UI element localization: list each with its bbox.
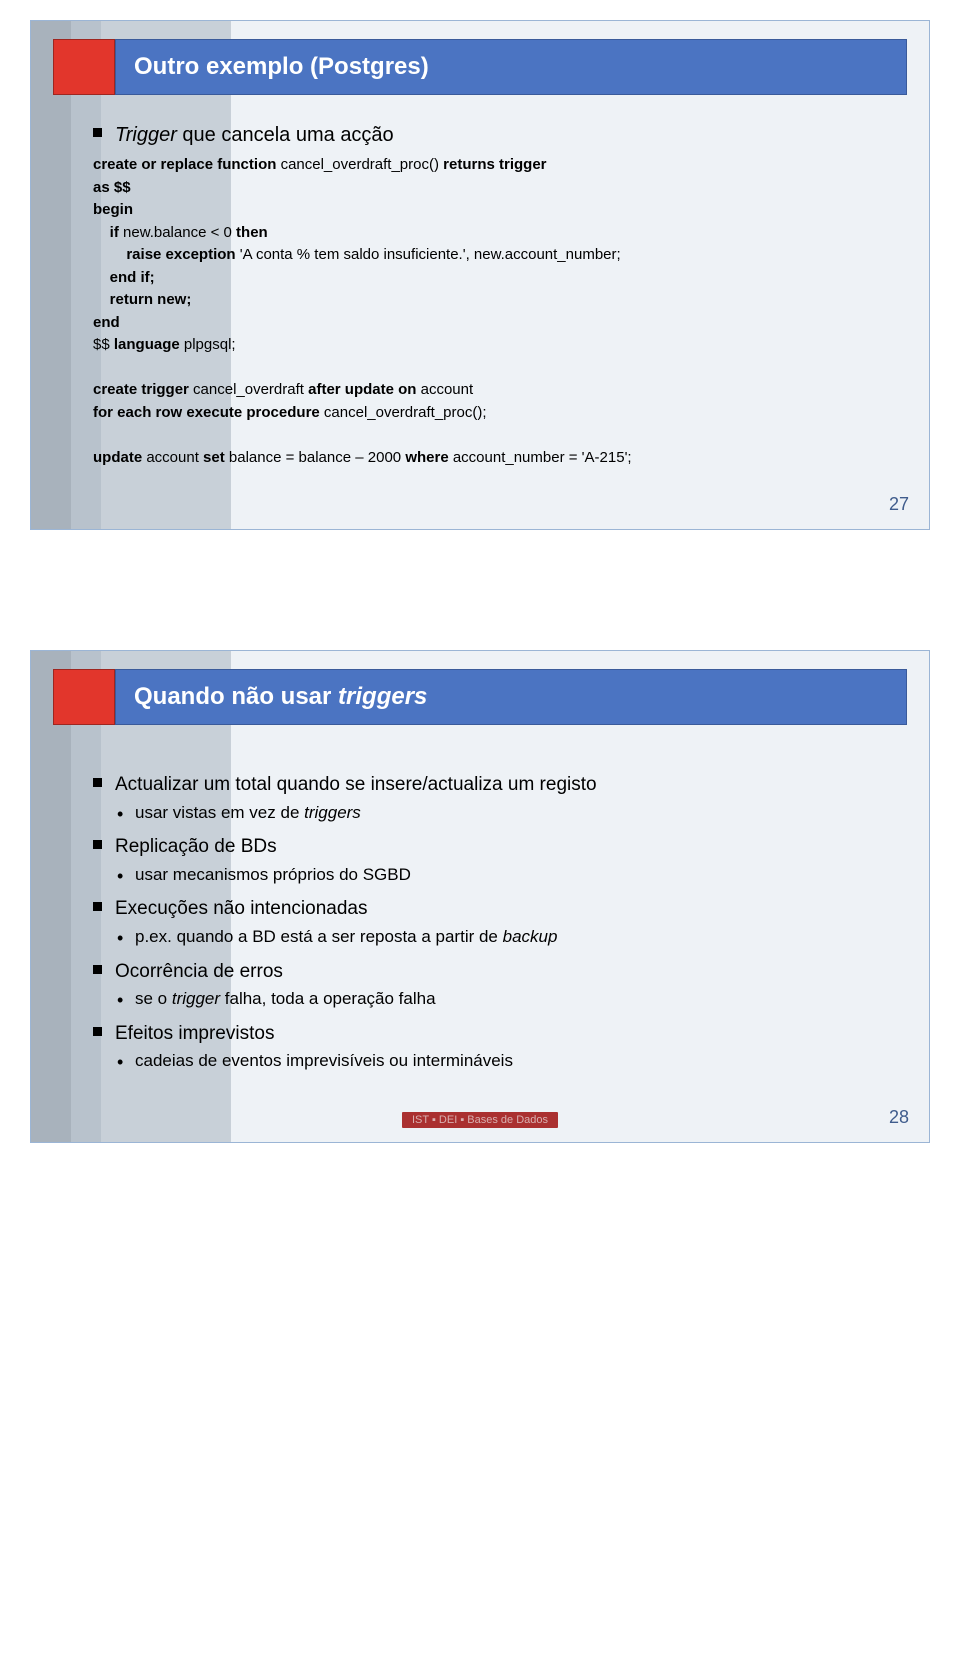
item-text: Execuções não intencionadas — [115, 898, 367, 919]
list-item: Replicação de BDs usar mecanismos própri… — [93, 833, 887, 887]
slide-when-not-triggers: Quando não usar triggers Actualizar um t… — [30, 650, 930, 1143]
slide-title: Outro exemplo (Postgres) — [134, 53, 429, 81]
title-accent-red — [53, 39, 115, 95]
slide-content: Trigger que cancela uma acção create or … — [53, 115, 907, 479]
footer-bar: IST ▪ DEI ▪ Bases de Dados — [402, 1112, 558, 1128]
bullet-intro-rest: que cancela uma acção — [177, 124, 394, 146]
slide-title-row: Outro exemplo (Postgres) — [53, 39, 907, 95]
title-italic: triggers — [338, 683, 427, 710]
slide-title: Quando não usar triggers — [134, 683, 427, 711]
title-bar: Quando não usar triggers — [115, 669, 907, 725]
code-block: create or replace function cancel_overdr… — [93, 154, 887, 469]
page-number: 28 — [889, 1107, 909, 1128]
title-bar: Outro exemplo (Postgres) — [115, 39, 907, 95]
slide-title-row: Quando não usar triggers — [53, 669, 907, 725]
list-item: Ocorrência de erros se o trigger falha, … — [93, 958, 887, 1012]
title-pre: Quando não usar — [134, 683, 338, 710]
sub-item: usar mecanismos próprios do SGBD — [115, 863, 887, 888]
sub-item: se o trigger falha, toda a operação falh… — [115, 987, 887, 1012]
list-item: Efeitos imprevistos cadeias de eventos i… — [93, 1020, 887, 1074]
item-text: Efeitos imprevistos — [115, 1023, 274, 1044]
item-text: Replicação de BDs — [115, 836, 277, 857]
bullet-intro-italic: Trigger — [115, 124, 177, 146]
bullet-trigger-cancel: Trigger que cancela uma acção — [93, 121, 887, 150]
bullet-list: Actualizar um total quando se insere/act… — [93, 771, 887, 1074]
sub-item: usar vistas em vez de triggers — [115, 801, 887, 826]
slide-postgres-example: Outro exemplo (Postgres) Trigger que can… — [30, 20, 930, 530]
sub-item: cadeias de eventos imprevisíveis ou inte… — [115, 1049, 887, 1074]
list-item: Execuções não intencionadas p.ex. quando… — [93, 895, 887, 949]
title-accent-red — [53, 669, 115, 725]
item-text: Actualizar um total quando se insere/act… — [115, 774, 597, 795]
sub-item: p.ex. quando a BD está a ser reposta a p… — [115, 925, 887, 950]
slide-content: Actualizar um total quando se insere/act… — [53, 745, 907, 1092]
item-text: Ocorrência de erros — [115, 961, 283, 982]
page-number: 27 — [889, 494, 909, 515]
list-item: Actualizar um total quando se insere/act… — [93, 771, 887, 825]
